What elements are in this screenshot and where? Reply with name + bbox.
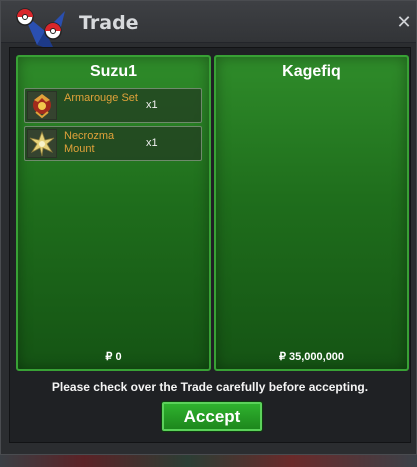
item-quantity: x1 [146,137,158,149]
necrozma-mount-icon [27,129,57,158]
window-title: Trade [79,12,139,34]
close-icon[interactable]: ✕ [396,14,412,32]
right-money: ₽ 35,000,000 [278,351,345,363]
offer-item[interactable]: Necrozma Mount x1 [24,126,202,161]
item-name: Armarouge Set [64,92,138,104]
game-background-strip [0,455,417,467]
armarouge-set-icon [27,91,57,120]
right-offer-panel: Kagefiq ₽ 35,000,000 [214,55,409,371]
trade-window: Trade ✕ Suzu1 Armarouge Set x1 Necrozma … [0,0,417,455]
trade-content: Suzu1 Armarouge Set x1 Necrozma Mount x1… [9,47,411,443]
item-quantity: x1 [146,99,158,111]
offer-item[interactable]: Armarouge Set x1 [24,88,202,123]
item-name: Necrozma Mount [64,130,115,155]
left-offer-panel: Suzu1 Armarouge Set x1 Necrozma Mount x1… [16,55,211,371]
trade-notice: Please check over the Trade carefully be… [51,380,369,394]
right-player-name: Kagefiq [282,63,341,80]
left-money: ₽ 0 [105,351,122,363]
accept-button[interactable]: Accept [162,402,262,431]
left-player-name: Suzu1 [89,63,138,80]
